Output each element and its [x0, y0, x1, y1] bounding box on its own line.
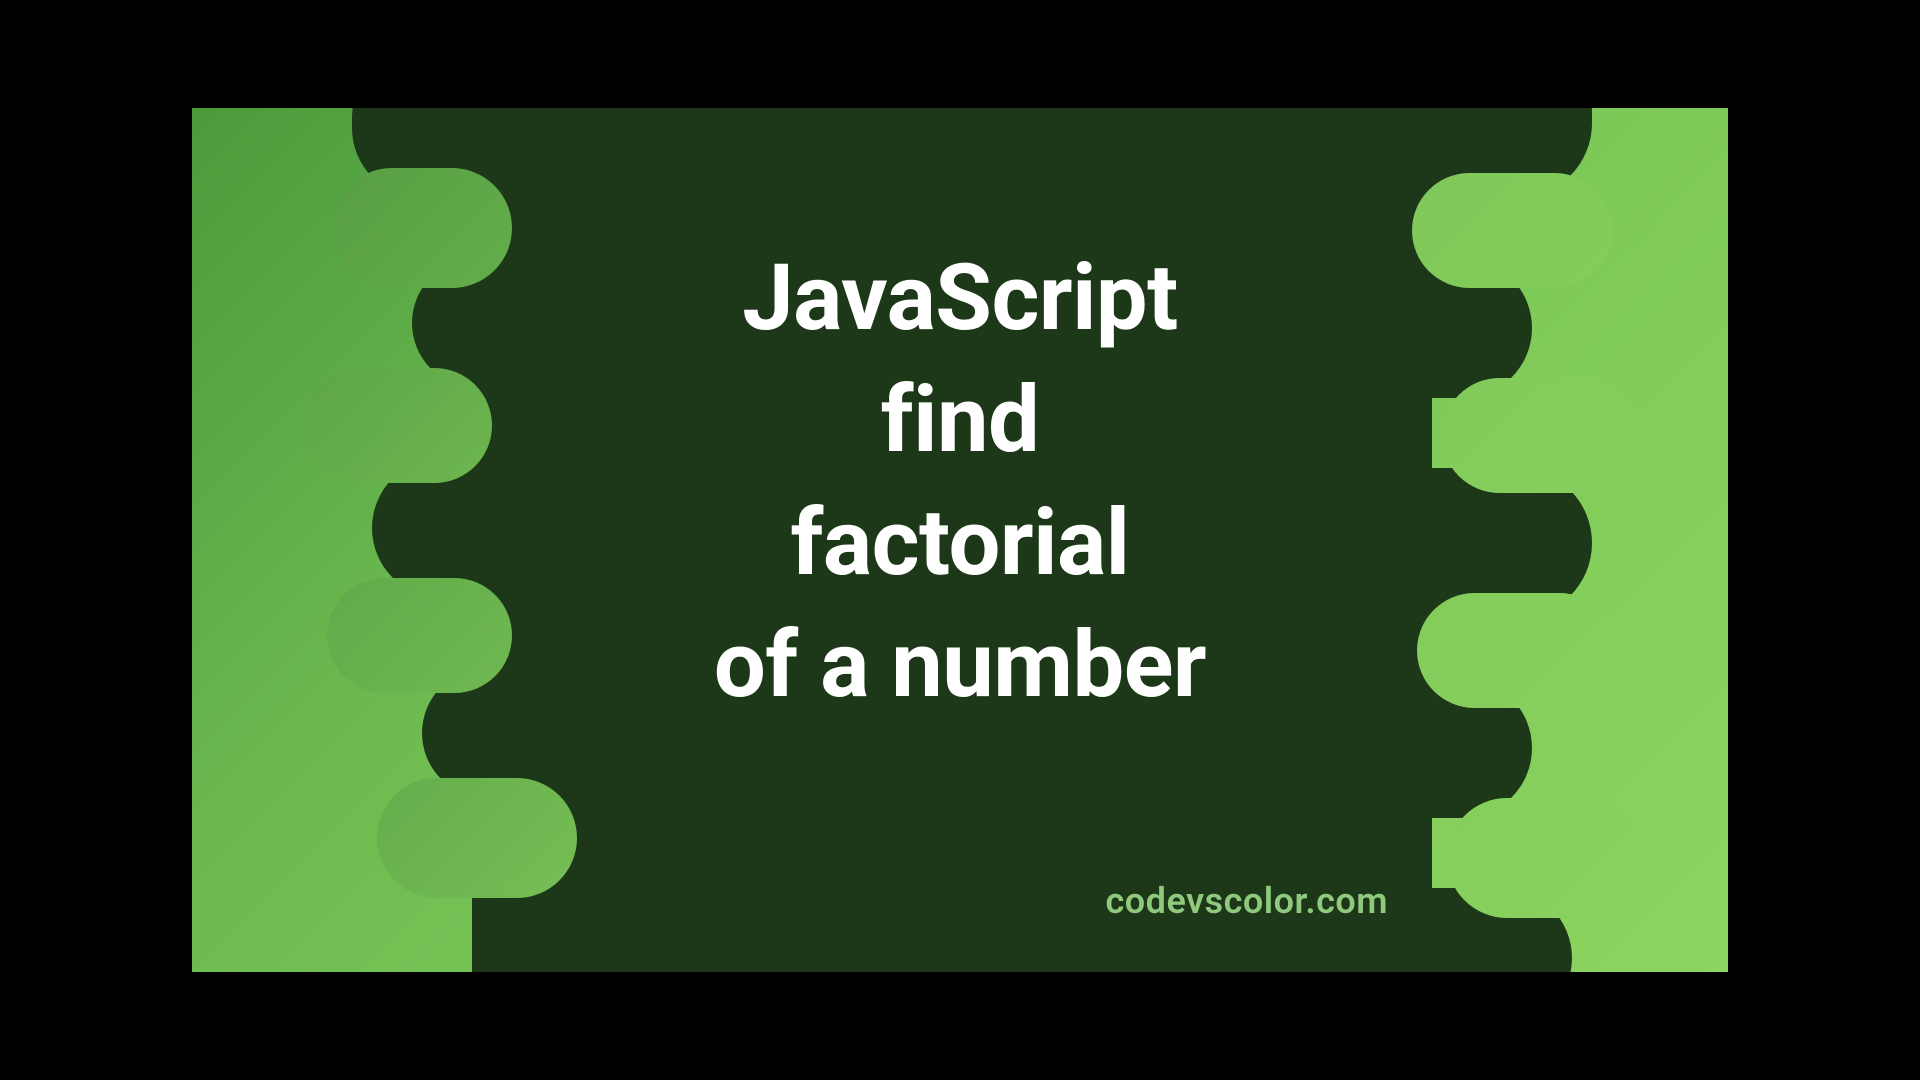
watermark-text: codevscolor.com: [1106, 880, 1388, 922]
blob-shape-left: [512, 878, 752, 972]
title-line: JavaScript: [192, 238, 1728, 360]
cutout-shape-left: [377, 778, 577, 898]
title-line: of a number: [192, 605, 1728, 727]
banner-title: JavaScript find factorial of a number: [192, 238, 1728, 727]
title-line: find: [192, 360, 1728, 482]
cutout-shape-right: [1447, 798, 1647, 918]
banner-graphic: JavaScript find factorial of a number co…: [192, 108, 1728, 972]
title-container: JavaScript find factorial of a number: [192, 238, 1728, 727]
title-line: factorial: [192, 483, 1728, 605]
